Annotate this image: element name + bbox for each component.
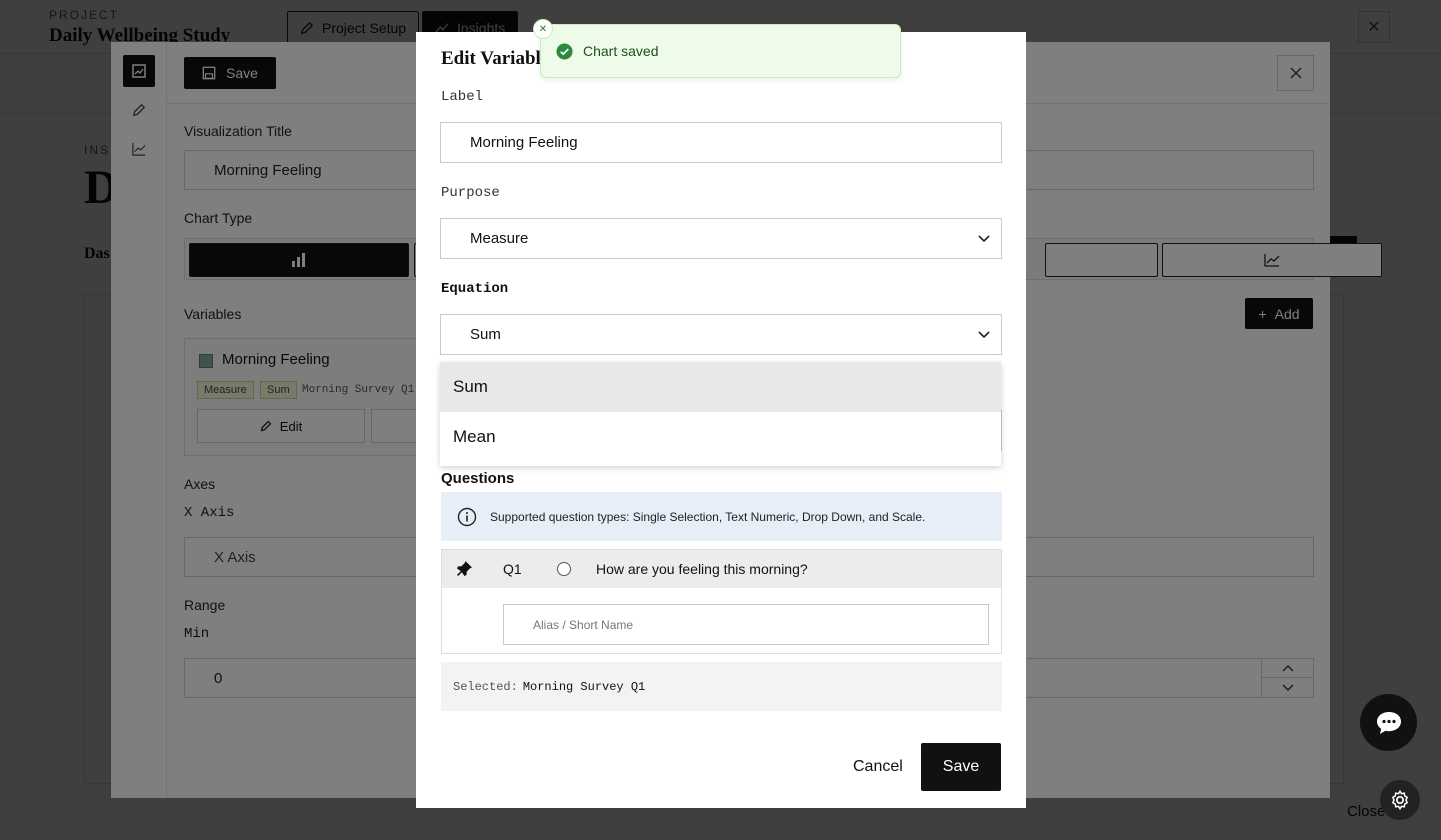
settings-button[interactable] (1380, 780, 1420, 820)
question-radio[interactable] (557, 562, 571, 576)
chevron-down-icon (978, 331, 990, 339)
selected-summary: Selected: Morning Survey Q1 (441, 662, 1002, 711)
modal-title: Edit Variabl (441, 48, 541, 69)
toast-notification: ✕ Chart saved (533, 19, 901, 78)
toast-close-icon[interactable]: ✕ (533, 19, 553, 39)
questions-label: Questions (441, 470, 515, 487)
chat-bubble-icon (1376, 711, 1401, 734)
label-input[interactable]: Morning Feeling (440, 122, 1002, 163)
purpose-select-value: Measure (470, 230, 529, 247)
chat-button[interactable] (1360, 694, 1417, 751)
equation-select[interactable]: Sum (440, 314, 1002, 355)
equation-dropdown: Sum Mean (440, 362, 1001, 466)
question-text: How are you feeling this morning? (596, 561, 808, 577)
info-text: Supported question types: Single Selecti… (490, 509, 926, 524)
gear-icon (1391, 789, 1409, 811)
question-item: Q1 How are you feeling this morning? Ali… (441, 549, 1002, 654)
equation-select-value: Sum (470, 326, 501, 343)
pin-icon[interactable] (456, 560, 473, 577)
equation-field-label: Equation (441, 281, 509, 297)
check-circle-icon (556, 42, 573, 60)
info-banner: Supported question types: Single Selecti… (441, 492, 1002, 541)
equation-option-sum[interactable]: Sum (440, 362, 1001, 412)
purpose-select[interactable]: Measure (440, 218, 1002, 259)
toast-message: Chart saved (583, 43, 659, 59)
save-button[interactable]: Save (921, 743, 1001, 791)
question-id: Q1 (503, 561, 522, 577)
purpose-field-label: Purpose (441, 185, 500, 201)
equation-option-mean[interactable]: Mean (440, 412, 1001, 462)
edit-variable-modal: Edit Variabl Label Morning Feeling Purpo… (416, 32, 1026, 808)
alias-input[interactable]: Alias / Short Name (503, 604, 989, 645)
selected-value: Morning Survey Q1 (522, 679, 646, 694)
selected-key: Selected: (453, 679, 518, 694)
label-field-label: Label (441, 89, 484, 105)
question-row[interactable]: Q1 How are you feeling this morning? (442, 550, 1001, 588)
chevron-down-icon (978, 235, 990, 243)
info-icon (457, 507, 477, 526)
cancel-button[interactable]: Cancel (853, 758, 903, 776)
